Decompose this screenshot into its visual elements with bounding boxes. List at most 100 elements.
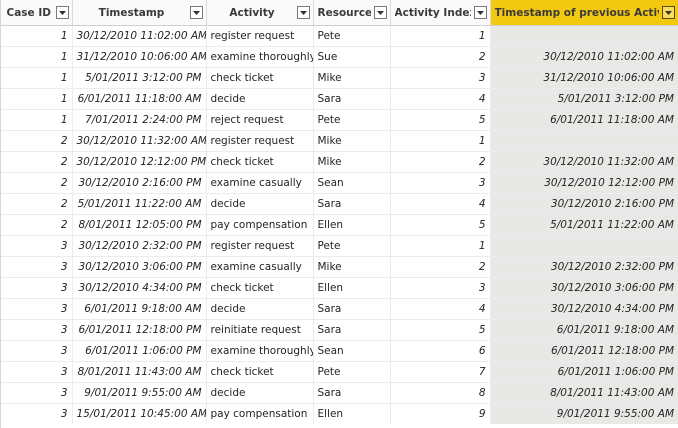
- cell-resource[interactable]: Sara: [313, 382, 391, 404]
- cell-timestamp[interactable]: 30/12/2010 12:12:00 PM: [72, 151, 207, 173]
- cell-timestamp-of-previous-activity[interactable]: 6/01/2011 1:06:00 PM: [490, 361, 678, 383]
- cell-timestamp[interactable]: 6/01/2011 12:18:00 PM: [72, 319, 207, 341]
- table-row[interactable]: 3 6/01/2011 9:18:00 AM decide Sara 4 30/12/20…: [1, 298, 678, 320]
- cell-timestamp-of-previous-activity[interactable]: 30/12/2010 2:32:00 PM: [490, 256, 678, 278]
- cell-timestamp-of-previous-activity[interactable]: 9/01/2011 9:55:00 AM: [490, 403, 678, 424]
- cell-resource[interactable]: Pete: [313, 109, 391, 131]
- table-row[interactable]: 1 31/12/2010 10:06:00 AM examine thoroughl…: [1, 46, 678, 68]
- cell-activity[interactable]: examine thoroughly: [206, 340, 314, 362]
- cell-timestamp[interactable]: 30/12/2010 4:34:00 PM: [72, 277, 207, 299]
- cell-timestamp-of-previous-activity[interactable]: 6/01/2011 9:18:00 AM: [490, 319, 678, 341]
- table-row[interactable]: 3 9/01/2011 9:55:00 AM decide Sara 8 8/01/201…: [1, 382, 678, 404]
- table-row[interactable]: 1 5/01/2011 3:12:00 PM check ticket Mike 3 31…: [1, 67, 678, 89]
- cell-activity[interactable]: decide: [206, 88, 314, 110]
- cell-resource[interactable]: Mike: [313, 256, 391, 278]
- cell-activity[interactable]: examine thoroughly: [206, 46, 314, 68]
- cell-resource[interactable]: Sara: [313, 298, 391, 320]
- table-row[interactable]: 3 30/12/2010 4:34:00 PM check ticket Ellen 3…: [1, 277, 678, 299]
- cell-timestamp-of-previous-activity[interactable]: 31/12/2010 10:06:00 AM: [490, 67, 678, 89]
- cell-case-id[interactable]: 3: [1, 361, 73, 383]
- cell-timestamp[interactable]: 8/01/2011 11:43:00 AM: [72, 361, 207, 383]
- cell-timestamp-of-previous-activity[interactable]: 8/01/2011 11:43:00 AM: [490, 382, 678, 404]
- cell-resource[interactable]: Sean: [313, 172, 391, 194]
- cell-timestamp-of-previous-activity[interactable]: [490, 25, 678, 47]
- cell-resource[interactable]: Pete: [313, 25, 391, 47]
- cell-timestamp[interactable]: 8/01/2011 12:05:00 PM: [72, 214, 207, 236]
- cell-activity-index[interactable]: 1: [390, 25, 491, 47]
- cell-resource[interactable]: Sean: [313, 340, 391, 362]
- column-header-activity[interactable]: Activity: [206, 0, 314, 26]
- table-row[interactable]: 1 7/01/2011 2:24:00 PM reject request Pete 5…: [1, 109, 678, 131]
- cell-timestamp[interactable]: 5/01/2011 11:22:00 AM: [72, 193, 207, 215]
- cell-timestamp[interactable]: 30/12/2010 2:16:00 PM: [72, 172, 207, 194]
- cell-case-id[interactable]: 3: [1, 298, 73, 320]
- cell-case-id[interactable]: 2: [1, 214, 73, 236]
- table-row[interactable]: 1 6/01/2011 11:18:00 AM decide Sara 4 5/01/20…: [1, 88, 678, 110]
- cell-resource[interactable]: Pete: [313, 361, 391, 383]
- cell-activity-index[interactable]: 2: [390, 151, 491, 173]
- cell-timestamp[interactable]: 5/01/2011 3:12:00 PM: [72, 67, 207, 89]
- cell-resource[interactable]: Ellen: [313, 403, 391, 424]
- cell-resource[interactable]: Sara: [313, 319, 391, 341]
- cell-timestamp-of-previous-activity[interactable]: 5/01/2011 11:22:00 AM: [490, 214, 678, 236]
- cell-case-id[interactable]: 3: [1, 235, 73, 257]
- cell-timestamp-of-previous-activity[interactable]: 30/12/2010 4:34:00 PM: [490, 298, 678, 320]
- filter-dropdown-button[interactable]: [55, 6, 69, 19]
- cell-case-id[interactable]: 1: [1, 109, 73, 131]
- cell-case-id[interactable]: 3: [1, 382, 73, 404]
- cell-timestamp-of-previous-activity[interactable]: [490, 235, 678, 257]
- column-header-case-id[interactable]: Case ID: [1, 0, 73, 26]
- table-row[interactable]: 2 8/01/2011 12:05:00 PM pay compensation El…: [1, 214, 678, 236]
- cell-case-id[interactable]: 3: [1, 256, 73, 278]
- cell-activity-index[interactable]: 4: [390, 88, 491, 110]
- filter-dropdown-button[interactable]: [296, 6, 310, 19]
- table-row[interactable]: 3 30/12/2010 3:06:00 PM examine casually Mi…: [1, 256, 678, 278]
- cell-case-id[interactable]: 1: [1, 67, 73, 89]
- table-row[interactable]: 3 30/12/2010 2:32:00 PM register request Pe…: [1, 235, 678, 257]
- cell-case-id[interactable]: 2: [1, 172, 73, 194]
- cell-timestamp-of-previous-activity[interactable]: 30/12/2010 2:16:00 PM: [490, 193, 678, 215]
- filter-dropdown-button[interactable]: [373, 6, 387, 19]
- cell-timestamp-of-previous-activity[interactable]: 30/12/2010 12:12:00 PM: [490, 172, 678, 194]
- table-row[interactable]: 2 30/12/2010 2:16:00 PM examine casually Se…: [1, 172, 678, 194]
- cell-case-id[interactable]: 1: [1, 88, 73, 110]
- cell-case-id[interactable]: 3: [1, 403, 73, 424]
- cell-resource[interactable]: Sara: [313, 88, 391, 110]
- table-row[interactable]: 3 8/01/2011 11:43:00 AM check ticket Pete 7 6…: [1, 361, 678, 383]
- cell-activity[interactable]: examine casually: [206, 256, 314, 278]
- cell-timestamp[interactable]: 7/01/2011 2:24:00 PM: [72, 109, 207, 131]
- cell-timestamp[interactable]: 6/01/2011 11:18:00 AM: [72, 88, 207, 110]
- cell-case-id[interactable]: 1: [1, 46, 73, 68]
- cell-activity-index[interactable]: 1: [390, 235, 491, 257]
- cell-activity[interactable]: check ticket: [206, 277, 314, 299]
- cell-activity-index[interactable]: 5: [390, 109, 491, 131]
- cell-case-id[interactable]: 3: [1, 340, 73, 362]
- cell-timestamp[interactable]: 30/12/2010 11:32:00 AM: [72, 130, 207, 152]
- cell-activity-index[interactable]: 5: [390, 214, 491, 236]
- table-row[interactable]: 2 5/01/2011 11:22:00 AM decide Sara 4 30/12/2…: [1, 193, 678, 215]
- cell-activity-index[interactable]: 1: [390, 130, 491, 152]
- cell-activity-index[interactable]: 9: [390, 403, 491, 424]
- cell-activity[interactable]: pay compensation: [206, 214, 314, 236]
- table-row[interactable]: 1 30/12/2010 11:02:00 AM register request P…: [1, 25, 678, 47]
- column-header-resource[interactable]: Resource: [313, 0, 391, 26]
- cell-case-id[interactable]: 3: [1, 319, 73, 341]
- cell-timestamp-of-previous-activity[interactable]: 30/12/2010 11:32:00 AM: [490, 151, 678, 173]
- cell-timestamp-of-previous-activity[interactable]: 30/12/2010 3:06:00 PM: [490, 277, 678, 299]
- cell-timestamp-of-previous-activity[interactable]: 6/01/2011 12:18:00 PM: [490, 340, 678, 362]
- cell-timestamp[interactable]: 30/12/2010 11:02:00 AM: [72, 25, 207, 47]
- cell-resource[interactable]: Ellen: [313, 277, 391, 299]
- cell-resource[interactable]: Sue: [313, 46, 391, 68]
- cell-activity-index[interactable]: 3: [390, 277, 491, 299]
- cell-activity[interactable]: register request: [206, 130, 314, 152]
- table-row[interactable]: 3 15/01/2011 10:45:00 AM pay compensation E…: [1, 403, 678, 424]
- cell-activity-index[interactable]: 7: [390, 361, 491, 383]
- cell-resource[interactable]: Ellen: [313, 214, 391, 236]
- table-row[interactable]: 2 30/12/2010 12:12:00 PM check ticket Mike 2…: [1, 151, 678, 173]
- cell-timestamp-of-previous-activity[interactable]: 30/12/2010 11:02:00 AM: [490, 46, 678, 68]
- cell-activity-index[interactable]: 8: [390, 382, 491, 404]
- column-header-timestamp-of-previous-activity[interactable]: Timestamp of previous Activity: [490, 0, 678, 26]
- column-header-activity-index[interactable]: Activity Index: [390, 0, 491, 26]
- cell-timestamp[interactable]: 30/12/2010 2:32:00 PM: [72, 235, 207, 257]
- cell-resource[interactable]: Mike: [313, 130, 391, 152]
